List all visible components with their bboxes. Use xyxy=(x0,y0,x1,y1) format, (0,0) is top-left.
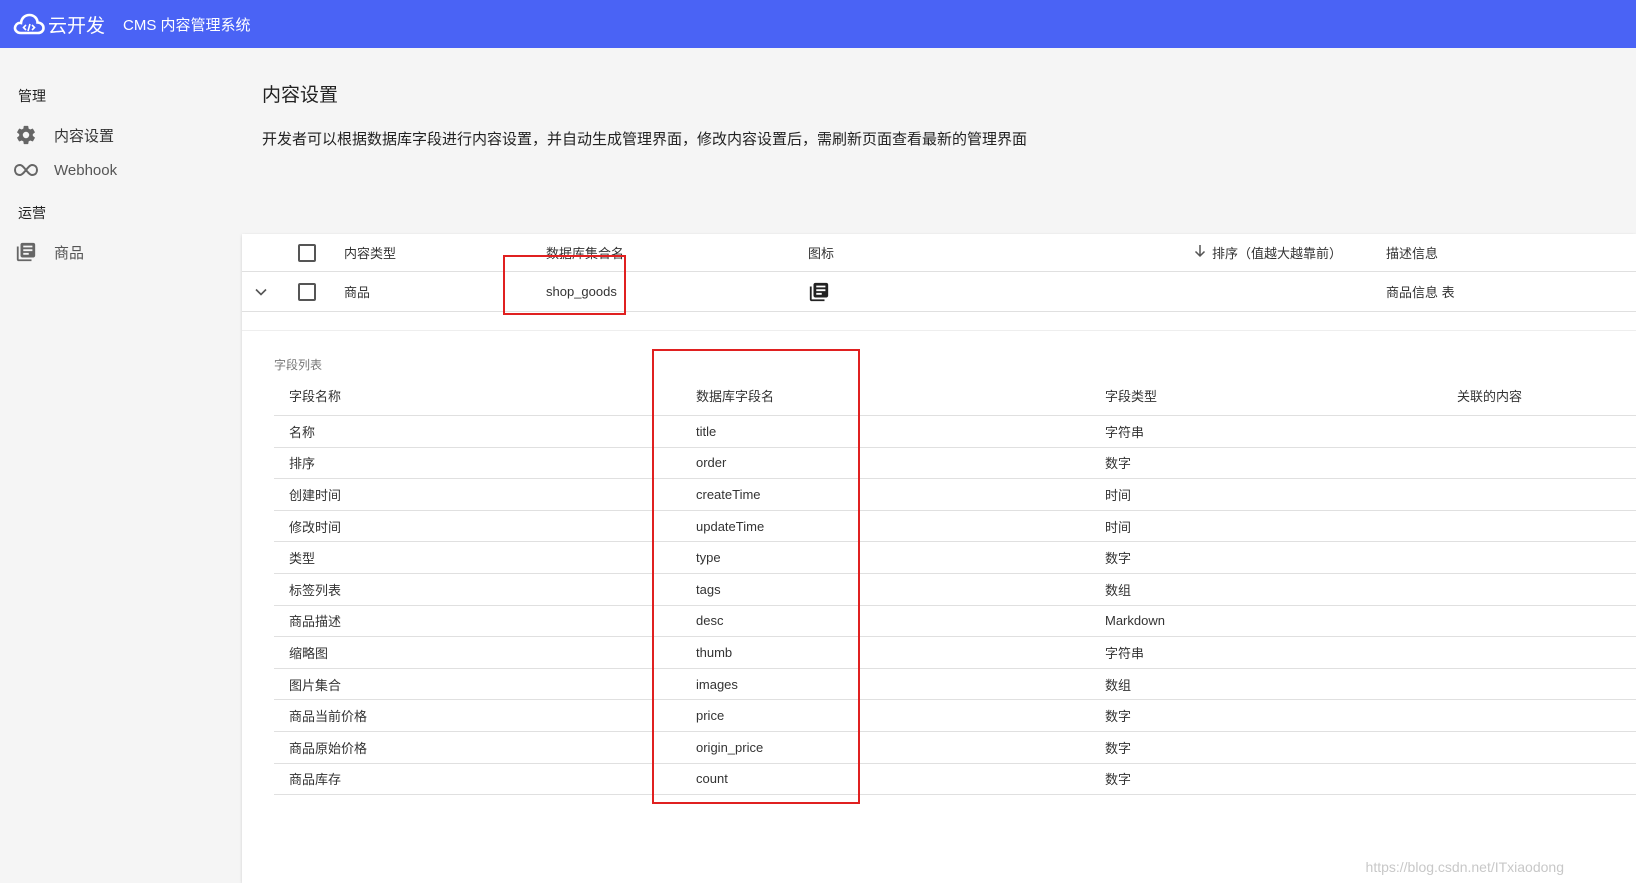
sidebar-item-label: 商品 xyxy=(54,244,85,262)
field-type-cell: Markdown xyxy=(1105,613,1165,629)
table-row: 类型 type 数字 xyxy=(274,542,1636,574)
column-header: 字段名称 xyxy=(289,389,342,404)
watermark: https://blog.csdn.net/ITxiaodong xyxy=(1365,859,1564,875)
field-name-cell: 名称 xyxy=(289,424,316,440)
table-row: 名称 title 字符串 xyxy=(274,416,1636,448)
field-type-cell: 数字 xyxy=(1105,551,1132,567)
field-type-cell: 数字 xyxy=(1105,740,1132,756)
table-row: 商品描述 desc Markdown xyxy=(274,606,1636,638)
fields-table: 字段名称 数据库字段名 字段类型 关联的内容 名称 title 字符串 排序 order… xyxy=(274,376,1636,796)
field-name-cell: 创建时间 xyxy=(289,487,342,503)
column-header: 关联的内容 xyxy=(1457,389,1523,404)
field-type-cell: 数组 xyxy=(1105,582,1132,598)
sidebar-item-webhook[interactable]: Webhook xyxy=(14,156,117,184)
main-content: 内容设置 开发者可以根据数据库字段进行内容设置，并自动生成管理界面，修改内容设置… xyxy=(242,48,1636,883)
table-row: 修改时间 updateTime 时间 xyxy=(274,511,1636,543)
sidebar: 管理 内容设置 Webhook 运营 商品 xyxy=(0,48,242,883)
description-cell: 商品信息 表 xyxy=(1386,285,1455,300)
field-name-cell: 图片集合 xyxy=(289,677,342,693)
logo[interactable]: 云开发 xyxy=(13,11,105,38)
annotation-box-field-keys xyxy=(652,349,860,804)
page-title: 内容设置 xyxy=(262,85,339,106)
field-type-cell: 字符串 xyxy=(1105,424,1145,440)
fields-caption: 字段列表 xyxy=(274,358,323,372)
sidebar-item-label: Webhook xyxy=(54,161,118,179)
table-row: 商品原始价格 origin_price 数字 xyxy=(274,732,1636,764)
column-header[interactable]: 内容类型 xyxy=(344,234,396,271)
arrow-down-icon xyxy=(1194,244,1206,261)
field-name-cell: 商品当前价格 xyxy=(289,709,368,725)
field-name-cell: 类型 xyxy=(289,551,316,567)
field-type-cell: 时间 xyxy=(1105,487,1132,503)
logo-text: 云开发 xyxy=(48,15,106,37)
field-type-cell: 数字 xyxy=(1105,772,1132,788)
column-header: 字段类型 xyxy=(1105,389,1158,404)
table-row: 图片集合 images 数组 xyxy=(274,669,1636,701)
column-header[interactable]: 描述信息 xyxy=(1386,234,1438,271)
sidebar-section-manage: 管理 xyxy=(18,88,46,104)
field-name-cell: 修改时间 xyxy=(289,519,342,535)
sidebar-section-operations: 运营 xyxy=(18,205,46,221)
gear-icon xyxy=(14,123,38,147)
sort-column-header[interactable]: 排序（值越大越靠前） xyxy=(1194,234,1342,271)
app-title: CMS 内容管理系统 xyxy=(123,16,251,34)
field-name-cell: 商品库存 xyxy=(289,772,342,788)
cloud-icon xyxy=(13,13,45,35)
table-row: 商品库存 count 数字 xyxy=(274,764,1636,796)
sidebar-item-label: 内容设置 xyxy=(54,127,115,145)
fields-table-header: 字段名称 数据库字段名 字段类型 关联的内容 xyxy=(274,376,1636,416)
library-books-icon xyxy=(14,240,38,264)
fields-table-body: 名称 title 字符串 排序 order 数字 创建时间 createTime 时间 修改时间 u… xyxy=(274,416,1636,796)
field-name-cell: 商品描述 xyxy=(289,614,342,630)
field-name-cell: 商品原始价格 xyxy=(289,740,368,756)
field-type-cell: 字符串 xyxy=(1105,645,1145,661)
row-checkbox[interactable] xyxy=(298,272,316,311)
column-header-label: 排序（值越大越靠前） xyxy=(1212,246,1343,261)
select-all-checkbox[interactable] xyxy=(298,234,316,271)
table-row[interactable]: 商品 shop_goods 商品信息 表 xyxy=(242,272,1636,312)
chevron-down-icon[interactable] xyxy=(254,272,268,311)
page-description: 开发者可以根据数据库字段进行内容设置，并自动生成管理界面，修改内容设置后，需刷新… xyxy=(262,131,1028,148)
field-type-cell: 数组 xyxy=(1105,677,1132,693)
field-type-cell: 时间 xyxy=(1105,519,1132,535)
content-type-cell: 商品 xyxy=(344,285,371,300)
field-name-cell: 缩略图 xyxy=(289,645,329,661)
table-row: 商品当前价格 price 数字 xyxy=(274,700,1636,732)
field-type-cell: 数字 xyxy=(1105,456,1132,472)
top-app-bar: 云开发 CMS 内容管理系统 xyxy=(0,0,1636,48)
library-books-icon xyxy=(808,272,830,311)
sidebar-item-goods[interactable]: 商品 xyxy=(14,238,84,266)
table-row: 排序 order 数字 xyxy=(274,448,1636,480)
table-row: 缩略图 thumb 字符串 xyxy=(274,637,1636,669)
content-table-card: 内容类型 数据库集合名 图标 排序（值越大越靠前） 描述信息 商品 shop_g… xyxy=(242,234,1636,883)
field-name-cell: 排序 xyxy=(289,456,316,472)
table-row: 标签列表 tags 数组 xyxy=(274,574,1636,606)
row-divider xyxy=(242,313,1636,331)
link-icon xyxy=(14,158,38,182)
column-header[interactable]: 图标 xyxy=(808,234,834,271)
sidebar-item-content-settings[interactable]: 内容设置 xyxy=(14,121,114,149)
table-header: 内容类型 数据库集合名 图标 排序（值越大越靠前） 描述信息 xyxy=(242,234,1636,272)
annotation-box-collection xyxy=(503,255,626,315)
field-type-cell: 数字 xyxy=(1105,709,1132,725)
table-row: 创建时间 createTime 时间 xyxy=(274,479,1636,511)
field-name-cell: 标签列表 xyxy=(289,582,342,598)
